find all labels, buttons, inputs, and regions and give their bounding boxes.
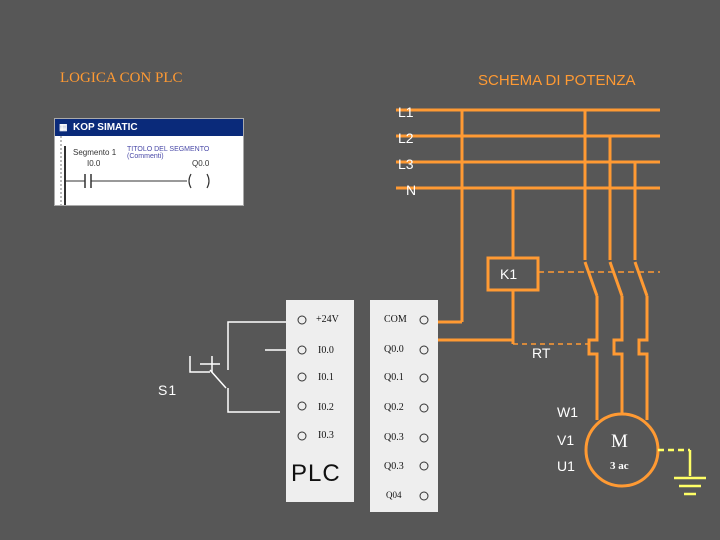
kop-app-icon: ▦: [59, 122, 68, 132]
plc-output-q0-3-a: Q0.3: [384, 432, 404, 443]
bus-lines: [396, 108, 660, 190]
plc-output-com: COM: [384, 314, 407, 325]
kop-segment-comment: TITOLO DEL SEGMENTO (Commenti): [127, 146, 210, 160]
ground-symbol: [658, 448, 706, 496]
bus-label-l3: L3: [398, 156, 414, 172]
plc-output-q0-1: Q0.1: [384, 372, 404, 383]
power-circuit: [423, 110, 649, 420]
switch-s1-label: S1: [158, 382, 178, 398]
bus-label-l2: L2: [398, 130, 414, 146]
motor-terminal-u1: U1: [557, 458, 575, 474]
plc-input-i0-0: I0.0: [318, 345, 334, 356]
title-power-schematic: SCHEMA DI POTENZA: [478, 72, 636, 89]
motor-symbol-label: M: [611, 431, 628, 452]
motor-terminal-v1: V1: [557, 432, 575, 448]
plc-input-i0-3: I0.3: [318, 430, 334, 441]
thermal-relay-label: RT: [532, 345, 551, 361]
plc-input-i0-1: I0.1: [318, 372, 334, 383]
motor-terminal-w1: W1: [557, 404, 578, 420]
plc-output-q0-3-b: Q0.3: [384, 461, 404, 472]
kop-ladder-area: Segmento 1 TITOLO DEL SEGMENTO (Commenti…: [55, 136, 243, 205]
plc-output-q0-0: Q0.0: [384, 344, 404, 355]
plc-input-i0-2: I0.2: [318, 402, 334, 413]
plc-output-q04: Q04: [386, 490, 402, 500]
kop-coil-address: Q0.0: [192, 159, 210, 168]
kop-window-title: KOP SIMATIC: [73, 122, 138, 133]
plc-input-24v: +24V: [316, 314, 339, 325]
kop-window-titlebar[interactable]: ▦ KOP SIMATIC: [55, 119, 243, 136]
kop-segment-label: Segmento 1: [73, 148, 117, 157]
input-wiring: [189, 321, 300, 413]
bus-label-l1: L1: [398, 104, 414, 120]
contactor-k1-label: K1: [500, 266, 518, 282]
kop-simatic-window: ▦ KOP SIMATIC Segmento 1 TITOLO DEL SEGM…: [54, 118, 244, 206]
kop-contact-address: I0.0: [87, 159, 101, 168]
motor-supply-label: 3 ac: [610, 460, 629, 472]
plc-output-q0-2: Q0.2: [384, 402, 404, 413]
bus-label-n: N: [406, 182, 417, 198]
title-logic-plc: LOGICA CON PLC: [60, 70, 183, 86]
plc-label: PLC: [291, 460, 341, 487]
